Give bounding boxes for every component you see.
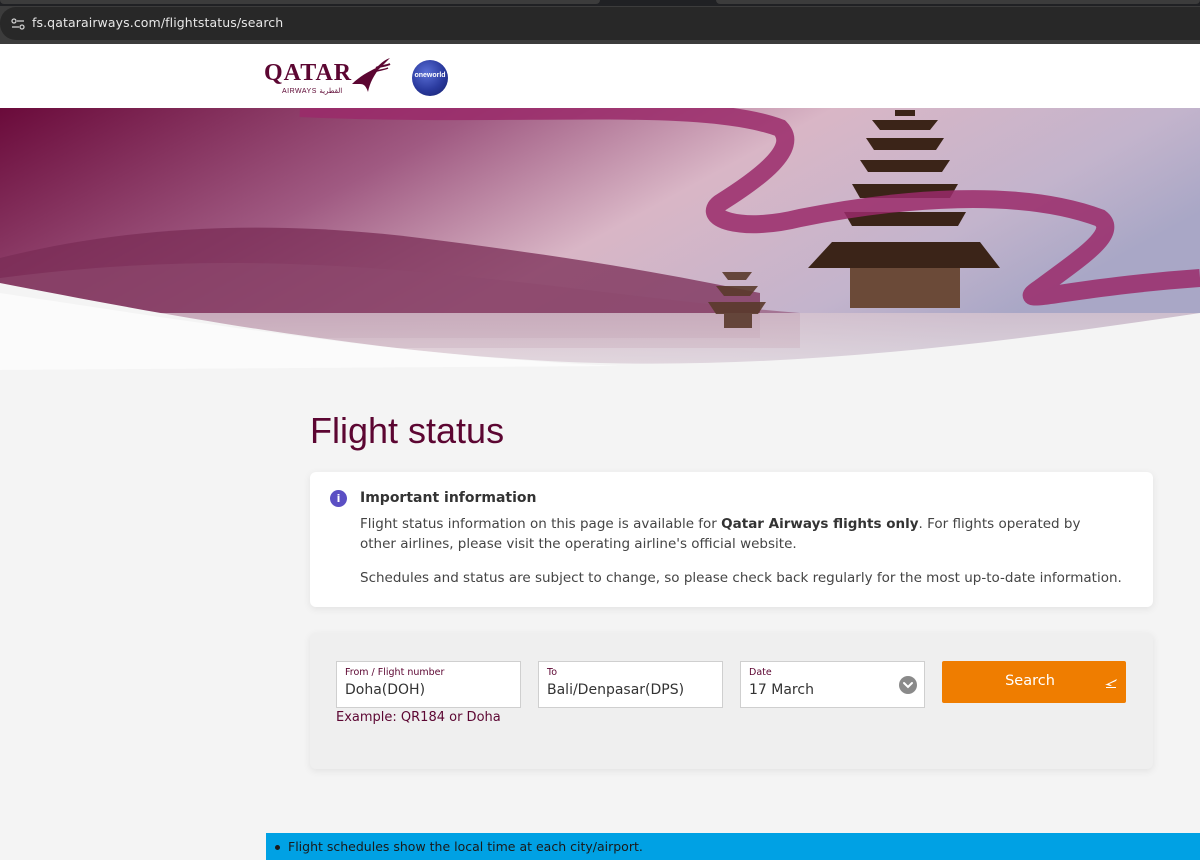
hero-banner: [0, 108, 1200, 370]
tab-strip: [0, 0, 1200, 6]
info-icon: i: [330, 490, 347, 507]
oryx-icon: [352, 58, 391, 92]
date-picker[interactable]: Date 17 March: [740, 661, 925, 708]
from-flight-number-input[interactable]: From / Flight number Doha(DOH): [336, 661, 521, 708]
date-label: Date: [749, 667, 772, 678]
oneworld-label: oneworld: [414, 72, 446, 79]
important-information-card: i Important information Flight status in…: [310, 472, 1153, 607]
bullet: [275, 845, 280, 850]
search-button[interactable]: Search: [942, 661, 1126, 703]
browser-toolbar: fs.qatarairways.com/flightstatus/search: [0, 0, 1200, 44]
info-text: Flight status information on this page i…: [360, 514, 1120, 554]
chevron-down-icon[interactable]: [899, 676, 917, 694]
info-text-bold: Qatar Airways flights only: [721, 516, 919, 532]
from-example-hint: Example: QR184 or Doha: [336, 710, 501, 725]
info-title: Important information: [360, 490, 537, 506]
plane-icon: [1105, 679, 1117, 688]
browser-tab[interactable]: [0, 0, 600, 4]
to-value[interactable]: Bali/Denpasar(DPS): [547, 682, 684, 698]
flight-search-form: From / Flight number Doha(DOH) To Bali/D…: [310, 633, 1153, 769]
hero-image: [0, 108, 1200, 370]
from-label: From / Flight number: [345, 667, 445, 678]
browser-tab[interactable]: [716, 0, 1200, 4]
local-time-notice: Flight schedules show the local time at …: [266, 833, 1200, 860]
site-header: QATAR AIRWAYS القطرية oneworld: [0, 44, 1200, 108]
oneworld-logo[interactable]: oneworld: [412, 60, 448, 96]
date-value[interactable]: 17 March: [749, 682, 814, 698]
notice-text: Flight schedules show the local time at …: [288, 839, 643, 854]
to-label: To: [547, 667, 558, 678]
brand-sub: AIRWAYS القطرية: [282, 88, 343, 95]
from-value[interactable]: Doha(DOH): [345, 682, 425, 698]
search-button-label: Search: [1005, 673, 1055, 689]
url-text[interactable]: fs.qatarairways.com/flightstatus/search: [32, 15, 283, 30]
brand-word: QATAR: [264, 60, 353, 86]
address-bar[interactable]: fs.qatarairways.com/flightstatus/search: [0, 7, 1200, 40]
page-title: Flight status: [310, 410, 505, 451]
qatar-airways-logo[interactable]: QATAR AIRWAYS القطرية: [264, 54, 394, 98]
info-text-second: Schedules and status are subject to chan…: [360, 570, 1122, 586]
site-settings-icon[interactable]: [10, 16, 26, 32]
info-text-part: Flight status information on this page i…: [360, 516, 722, 532]
to-input[interactable]: To Bali/Denpasar(DPS): [538, 661, 723, 708]
